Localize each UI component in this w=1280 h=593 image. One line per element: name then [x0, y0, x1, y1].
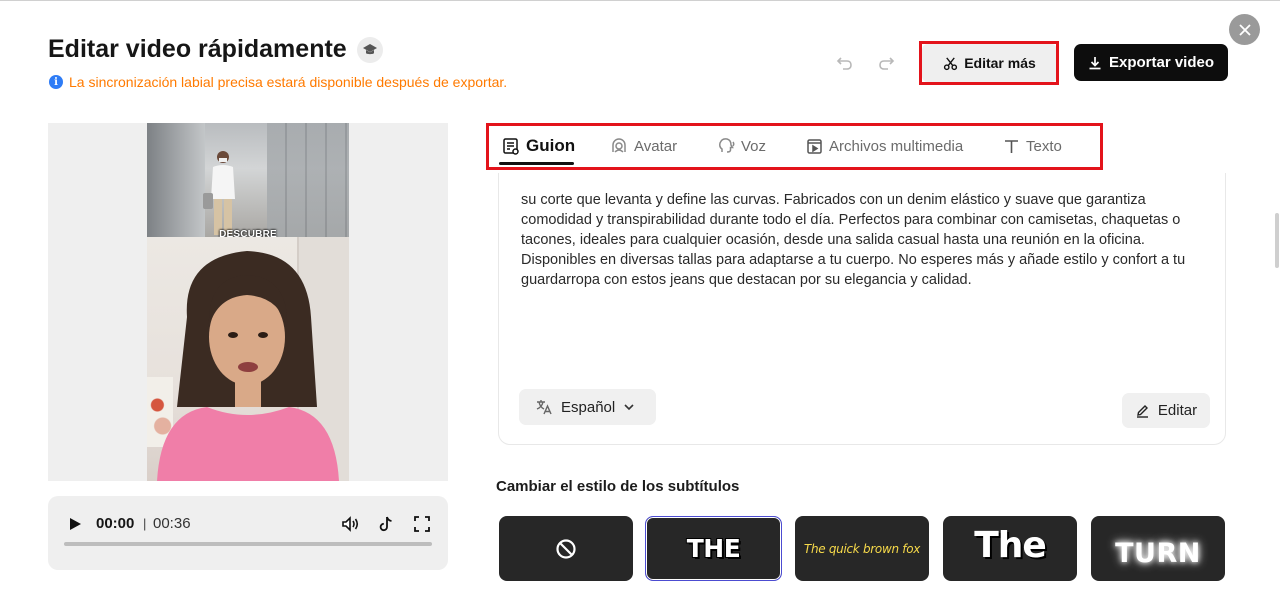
tab-avatar[interactable]: Avatar: [610, 133, 677, 159]
style-sample-the-large: The: [974, 525, 1047, 566]
script-panel: su corte que levanta y define las curvas…: [498, 173, 1226, 445]
pencil-icon: [1136, 405, 1148, 418]
style-sample-the-bold: THE: [686, 534, 741, 563]
undo-icon[interactable]: [835, 53, 855, 73]
subtitle-style-glow[interactable]: TURN: [1091, 516, 1225, 581]
info-icon: i: [49, 75, 63, 89]
script-text[interactable]: su corte que levanta y define las curvas…: [521, 190, 1201, 290]
quick-edit-dialog: Editar video rápidamente i La sincroniza…: [0, 0, 1280, 593]
translate-icon: [536, 400, 552, 415]
no-style-icon: [556, 538, 576, 559]
script-icon: [503, 138, 519, 155]
chevron-down-icon: [624, 404, 634, 411]
play-icon[interactable]: [68, 517, 82, 531]
tab-guion-label: Guion: [526, 136, 576, 155]
subtitle-style-bold-caps[interactable]: THE: [645, 516, 782, 581]
volume-icon[interactable]: [340, 514, 360, 534]
tab-voz[interactable]: Voz: [717, 133, 766, 159]
language-dropdown[interactable]: Español: [519, 389, 656, 425]
video-scene-bottom: [147, 237, 349, 481]
tab-texto-label: Texto: [1026, 137, 1062, 155]
avatar-icon: [612, 138, 626, 153]
time-separator: |: [143, 516, 147, 531]
playback-progress-bar[interactable]: [64, 542, 432, 546]
active-tab-indicator: [499, 162, 574, 165]
scissors-icon: [944, 56, 958, 70]
subtitle-style-none[interactable]: [499, 516, 633, 581]
export-video-button[interactable]: Exportar video: [1074, 44, 1228, 81]
dialog-title-text: Editar video rápidamente: [48, 35, 347, 63]
tab-avatar-label: Avatar: [634, 137, 678, 155]
tiktok-icon[interactable]: [376, 514, 396, 534]
subtitle-style-heading: Cambiar el estilo de los subtítulos: [496, 478, 740, 495]
media-icon: [807, 138, 822, 154]
text-icon: [1005, 139, 1018, 153]
close-button[interactable]: [1229, 14, 1260, 45]
subtitle-style-large[interactable]: The: [943, 516, 1077, 581]
page-scrollbar[interactable]: [1275, 213, 1279, 268]
editor-tabs: Guion Avatar Voz Archivos multimedia Tex…: [498, 125, 1098, 167]
video-player-controls: 00:00 | 00:36: [48, 496, 448, 570]
tab-archivos-multimedia[interactable]: Archivos multimedia: [806, 133, 963, 159]
edit-more-button[interactable]: Editar más: [922, 44, 1057, 82]
video-frame[interactable]: DESCUBRE: [147, 123, 349, 481]
edit-more-label: Editar más: [964, 55, 1036, 71]
lip-sync-notice: i La sincronización labial precisa estar…: [49, 74, 507, 90]
tab-texto[interactable]: Texto: [1003, 133, 1062, 159]
language-label: Español: [561, 398, 616, 416]
close-icon: [1238, 23, 1251, 36]
current-time: 00:00: [96, 515, 135, 532]
dialog-title: Editar video rápidamente: [48, 35, 383, 64]
edit-script-label: Editar: [1157, 402, 1198, 419]
voice-icon: [719, 138, 735, 153]
tab-archivos-label: Archivos multimedia: [829, 137, 964, 155]
notice-text: La sincronización labial precisa estará …: [69, 74, 508, 90]
graduation-cap-icon[interactable]: [356, 36, 383, 63]
subtitle-style-italic-yellow[interactable]: The quick brown fox: [795, 516, 929, 581]
download-icon: [1089, 56, 1101, 69]
duration: 00:36: [153, 515, 191, 532]
tab-voz-label: Voz: [741, 137, 767, 155]
fullscreen-icon[interactable]: [412, 514, 432, 534]
tab-guion[interactable]: Guion: [502, 133, 575, 159]
redo-icon[interactable]: [876, 53, 896, 73]
style-sample-turn-glow: TURN: [1115, 538, 1201, 569]
video-scene-top: [147, 123, 349, 237]
style-sample-quick-brown-fox: The quick brown fox: [803, 541, 921, 556]
edit-script-button[interactable]: Editar: [1122, 393, 1210, 428]
export-video-label: Exportar video: [1108, 54, 1215, 71]
